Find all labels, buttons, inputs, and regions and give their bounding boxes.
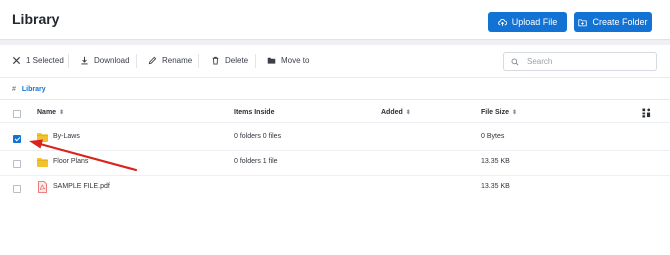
- annotation-arrow-icon: [29, 139, 138, 172]
